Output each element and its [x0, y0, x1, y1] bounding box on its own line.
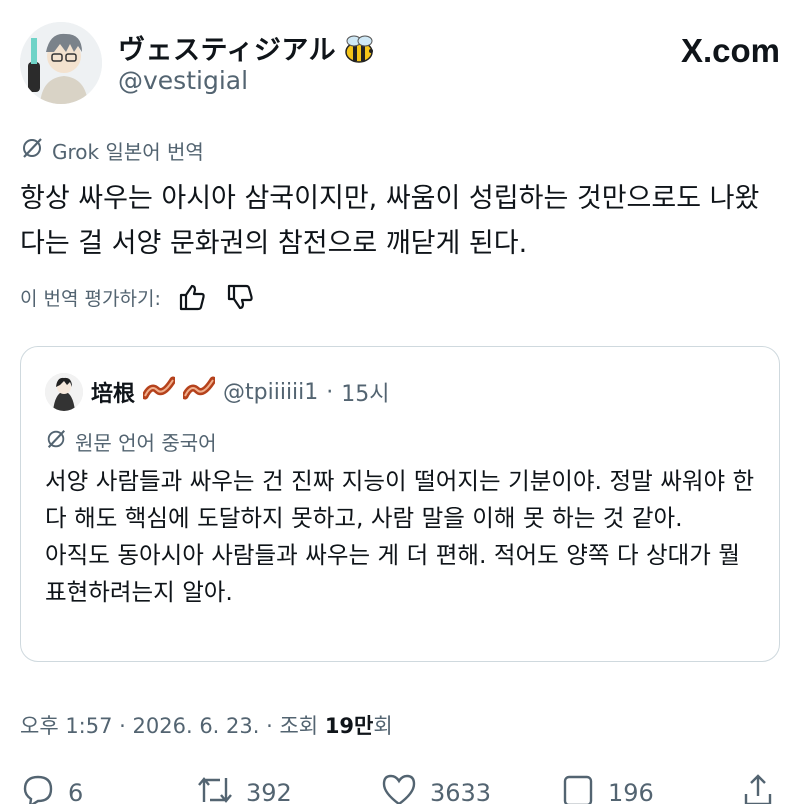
post-date[interactable]: 2026. 6. 23.	[133, 714, 260, 738]
views-label: 조회	[279, 714, 319, 738]
grok-translate-label[interactable]: Grok 일본어 번역	[20, 136, 204, 165]
quoted-timestamp[interactable]: 15시	[341, 376, 389, 408]
views-suffix: 회	[373, 714, 393, 738]
views-count: 19만	[324, 714, 374, 738]
reply-count: 6	[68, 779, 84, 804]
author-handle[interactable]: @vestigial	[118, 66, 248, 95]
bacon-emoji-icon	[181, 376, 217, 408]
quoted-tweet-header: 培根 @tpiiiiii1 · 15시	[45, 373, 390, 411]
repost-button[interactable]: 392	[196, 772, 292, 804]
x-com-logo: X.com	[680, 32, 780, 69]
author-avatar[interactable]	[20, 22, 102, 104]
like-icon	[380, 772, 418, 804]
like-count: 3633	[430, 779, 492, 804]
quoted-author-avatar[interactable]	[45, 373, 83, 411]
thumbs-down-icon[interactable]	[223, 280, 257, 314]
grok-slash-icon	[20, 136, 44, 165]
post-time[interactable]: 오후 1:57	[20, 714, 112, 738]
quoted-author-handle[interactable]: @tpiiiiii1	[223, 380, 318, 405]
reply-icon	[20, 772, 56, 804]
bookmark-button[interactable]: 196	[560, 772, 654, 804]
bacon-emoji-icon	[141, 376, 177, 408]
quoted-author-name[interactable]: 培根	[91, 376, 135, 408]
quoted-tweet-text: 서양 사람들과 싸우는 건 진짜 지능이 떨어지는 기분이야. 정말 싸워야 한…	[45, 467, 755, 606]
rate-translation-label: 이 번역 평가하기:	[20, 287, 161, 310]
grok-slash-icon	[45, 428, 67, 455]
like-button[interactable]: 3633	[380, 772, 491, 804]
share-icon	[740, 772, 776, 804]
tweet-header: ヴェスティジアル @vestigial X.com	[20, 22, 780, 106]
bookmark-count: 196	[608, 779, 654, 804]
repost-count: 392	[246, 779, 292, 804]
tweet-text: 항상 싸우는 아시아 삼국이지만, 싸움이 성립하는 것만으로도 나왔다는 걸 …	[20, 183, 760, 259]
repost-icon	[196, 772, 234, 804]
bee-emoji-icon	[342, 35, 376, 72]
tweet-metadata: 오후 1:57 · 2026. 6. 23. · 조회 19만회	[20, 714, 393, 738]
rate-translation-row: 이 번역 평가하기:	[20, 280, 257, 314]
bookmark-icon	[560, 772, 596, 804]
share-button[interactable]	[740, 772, 776, 804]
quoted-translate-label[interactable]: 원문 언어 중국어	[45, 427, 217, 456]
separator-dot: ·	[326, 379, 334, 405]
reply-button[interactable]: 6	[20, 772, 83, 804]
quoted-tweet[interactable]: 培根 @tpiiiiii1 · 15시 원문 언어 중국어 서양 사람들과 싸우…	[20, 346, 780, 662]
action-bar: 6 392 3633 196	[20, 772, 780, 804]
thumbs-up-icon[interactable]	[175, 280, 209, 314]
